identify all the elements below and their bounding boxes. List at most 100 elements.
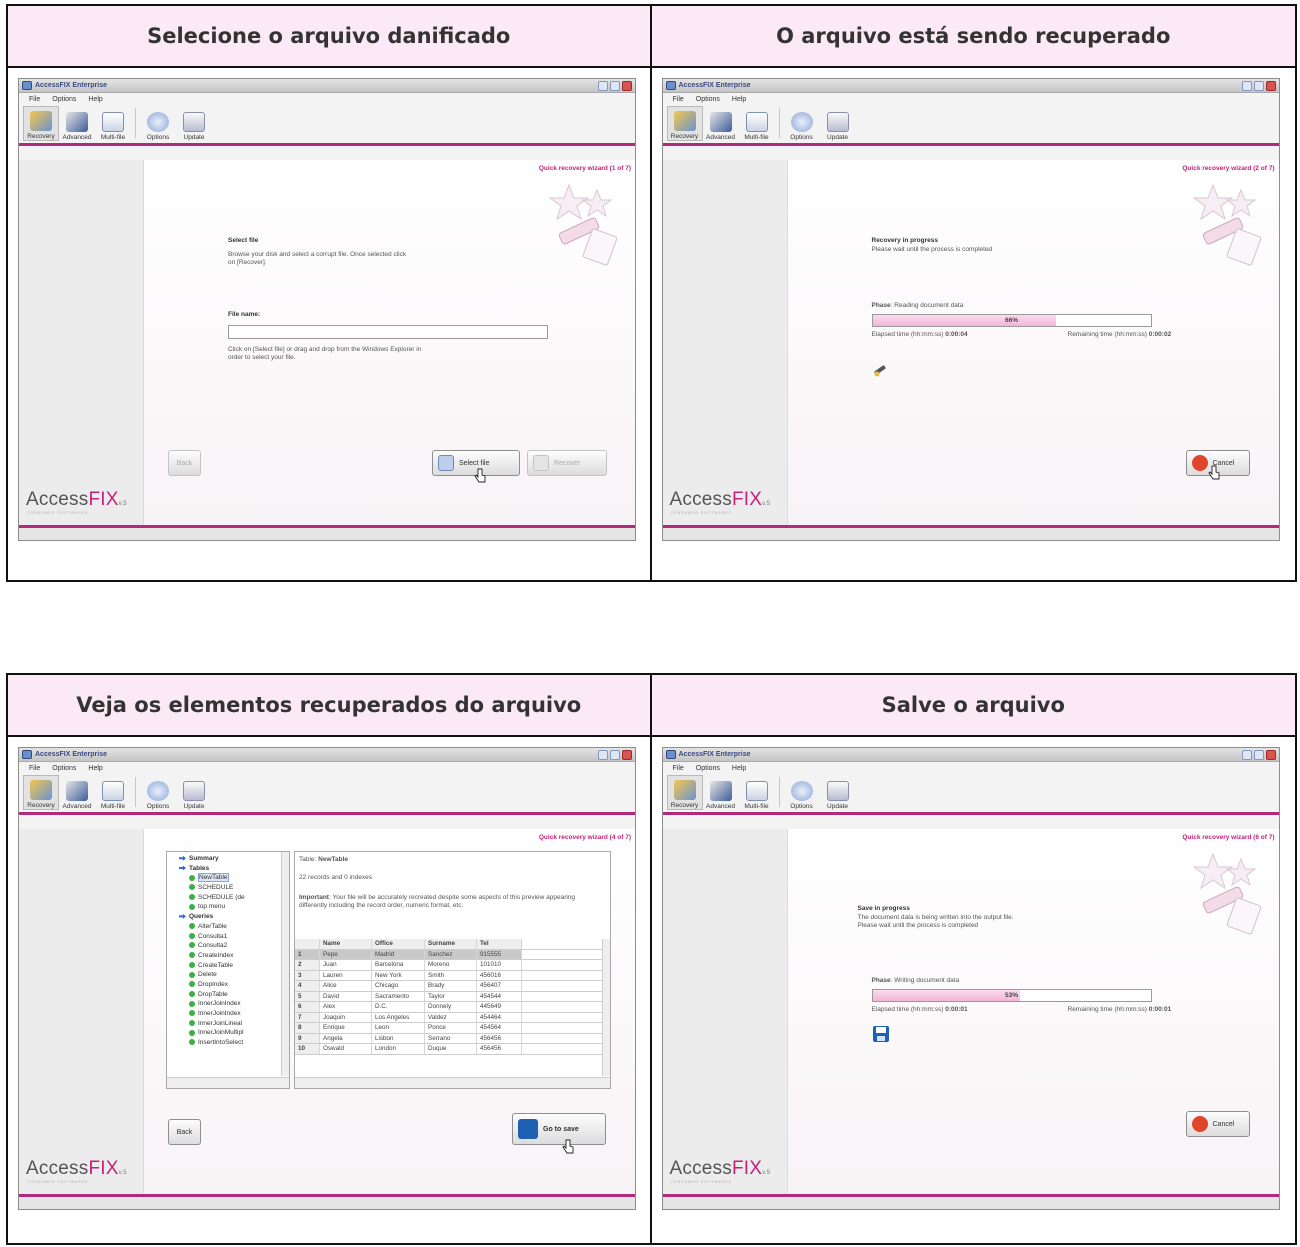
tree-node[interactable]: Tables <box>171 864 289 874</box>
menu-options[interactable]: Options <box>52 765 76 772</box>
minimize-icon[interactable] <box>1241 749 1252 760</box>
menu-file[interactable]: File <box>29 96 40 103</box>
column-header[interactable]: Office <box>372 939 425 949</box>
menu-help[interactable]: Help <box>732 96 746 103</box>
options-button[interactable]: Options <box>140 106 176 141</box>
tree-node[interactable]: Queries <box>171 912 289 922</box>
phase-line: Phase: Reading document data <box>871 302 964 309</box>
table-cell: 101010 <box>477 960 522 970</box>
table-row[interactable]: 5 David Sacramento Taylor 454544 <box>295 991 602 1002</box>
options-button[interactable]: Options <box>784 775 820 810</box>
table-row[interactable]: 2 Juan Barcelona Moreno 101010 <box>295 960 602 971</box>
tree-node[interactable]: InnerJoinLineal <box>171 1019 289 1029</box>
minimize-icon[interactable] <box>1241 80 1252 91</box>
menu-options[interactable]: Options <box>696 96 720 103</box>
maximize-icon[interactable] <box>610 749 620 760</box>
advanced-button[interactable]: Advanced <box>59 775 95 810</box>
multi-file-button[interactable]: Multi-file <box>739 106 775 141</box>
tree-node[interactable]: Delete <box>171 970 289 980</box>
update-button[interactable]: Update <box>176 775 212 810</box>
tree-node[interactable]: NewTable <box>171 873 289 883</box>
save-disk-icon <box>518 1119 538 1139</box>
tree-vertical-scrollbar[interactable] <box>281 852 289 1076</box>
tree-horizontal-scrollbar[interactable] <box>167 1077 289 1088</box>
options-button[interactable]: Options <box>784 106 820 141</box>
close-icon[interactable] <box>1265 749 1276 760</box>
tree-node[interactable]: Consulta1 <box>171 932 289 942</box>
recovery-button[interactable]: Recovery <box>666 775 703 810</box>
column-header[interactable]: Name <box>320 939 372 949</box>
tree-node[interactable]: CreateIndex <box>171 951 289 961</box>
tree-node[interactable]: InnerJoinIndex <box>171 999 289 1009</box>
item-dot-icon <box>189 923 195 930</box>
close-icon[interactable] <box>622 749 632 760</box>
advanced-button[interactable]: Advanced <box>703 775 739 810</box>
close-icon[interactable] <box>1265 80 1276 91</box>
column-header[interactable]: Surname <box>425 939 477 949</box>
advanced-button[interactable]: Advanced <box>703 106 739 141</box>
maximize-icon[interactable] <box>1253 749 1264 760</box>
table-row[interactable]: 9 Angela Lisbon Serrano 456456 <box>295 1033 602 1044</box>
close-icon[interactable] <box>622 80 632 91</box>
menu-file[interactable]: File <box>673 765 684 772</box>
menu-help[interactable]: Help <box>88 96 102 103</box>
back-button[interactable]: Back <box>168 450 201 476</box>
file-name-input[interactable] <box>228 325 548 339</box>
recovery-button[interactable]: Recovery <box>23 106 59 141</box>
grid-horizontal-scrollbar[interactable] <box>295 1077 610 1088</box>
column-header[interactable] <box>295 939 320 949</box>
options-button[interactable]: Options <box>140 775 176 810</box>
go-to-save-button[interactable]: Go to save <box>512 1113 606 1145</box>
records-grid[interactable]: Name Office Surname Tel 1 Pepe Madrid Sanchez 91… <box>295 939 602 1055</box>
maximize-icon[interactable] <box>610 80 620 91</box>
advanced-button[interactable]: Advanced <box>59 106 95 141</box>
tree-node-label: Tables <box>189 864 210 872</box>
table-row[interactable]: 7 Joaquin Los Angeles Valdez 454464 <box>295 1012 602 1023</box>
multi-file-button[interactable]: Multi-file <box>739 775 775 810</box>
tree-node[interactable]: top menu <box>171 902 289 912</box>
menu-bar: File Options Help <box>19 93 635 106</box>
table-row[interactable]: 6 Alex D.C. Donnely 445649 <box>295 1002 602 1013</box>
menu-options[interactable]: Options <box>696 765 720 772</box>
tree-node[interactable]: InnerJoinIndex <box>171 1009 289 1019</box>
maximize-icon[interactable] <box>1253 80 1264 91</box>
multi-file-button[interactable]: Multi-file <box>95 106 131 141</box>
back-button[interactable]: Back <box>168 1119 201 1145</box>
update-button[interactable]: Update <box>820 106 856 141</box>
tree-node[interactable]: Summary <box>171 854 289 864</box>
update-button[interactable]: Update <box>820 775 856 810</box>
table-row[interactable]: 10 Oswald London Duque 456456 <box>295 1044 602 1055</box>
multi-file-button[interactable]: Multi-file <box>95 775 131 810</box>
table-row[interactable]: 3 Lauren New York Smith 456016 <box>295 970 602 981</box>
options-icon <box>147 112 169 132</box>
minimize-icon[interactable] <box>598 749 608 760</box>
tree-node[interactable]: AlterTable <box>171 922 289 932</box>
tree-node[interactable]: CreateTable <box>171 961 289 971</box>
menu-help[interactable]: Help <box>732 765 746 772</box>
recovery-button[interactable]: Recovery <box>23 775 59 810</box>
grid-vertical-scrollbar[interactable] <box>602 939 610 1076</box>
table-row[interactable]: 1 Pepe Madrid Sanchez 915555 <box>295 949 602 960</box>
menu-help[interactable]: Help <box>88 765 102 772</box>
table-name-line: Table: NewTable <box>299 856 349 863</box>
column-header[interactable]: Tel <box>477 939 522 949</box>
select-file-heading: Select file <box>228 237 259 244</box>
table-row[interactable]: 8 Enrique Leon Ponce 454564 <box>295 1023 602 1034</box>
update-button[interactable]: Update <box>176 106 212 141</box>
menu-options[interactable]: Options <box>52 96 76 103</box>
tree-node[interactable]: Consulta2 <box>171 941 289 951</box>
table-row[interactable]: 4 Alice Chicago Brady 456407 <box>295 981 602 992</box>
recovery-button[interactable]: Recovery <box>666 106 703 141</box>
tree-node[interactable]: InsertIntoSelect <box>171 1038 289 1048</box>
tree-node[interactable]: SCHEDULE <box>171 883 289 893</box>
menu-file[interactable]: File <box>673 96 684 103</box>
recovered-items-tree[interactable]: Summary Tables NewTable SCHEDULE SCHEDULE (d… <box>166 851 290 1089</box>
tree-node[interactable]: DropIndex <box>171 980 289 990</box>
tree-node[interactable]: InnerJoinMultipl <box>171 1028 289 1038</box>
recover-button[interactable]: Recover <box>527 450 607 476</box>
minimize-icon[interactable] <box>598 80 608 91</box>
tree-node[interactable]: SCHEDULE (de <box>171 893 289 903</box>
cancel-button[interactable]: Cancel <box>1185 1111 1250 1137</box>
menu-file[interactable]: File <box>29 765 40 772</box>
tree-node[interactable]: DropTable <box>171 990 289 1000</box>
